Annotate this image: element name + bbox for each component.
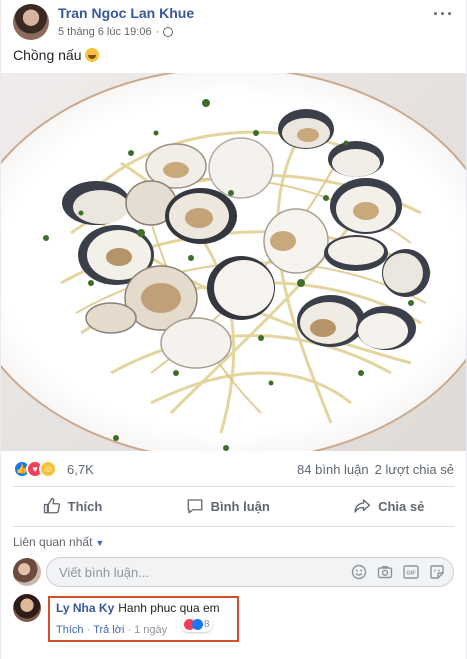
like-label: Thích — [67, 498, 103, 514]
comment-body: Ly Nha Ky Hanh phuc qua em — [56, 601, 220, 615]
action-bar: Thích Bình luận Chia sẻ — [1, 489, 466, 523]
emoji-icon[interactable] — [351, 564, 367, 580]
post-header: Tran Ngoc Lan Khue 5 tháng 6 lúc 19:06 ·… — [1, 0, 466, 44]
share-label: Chia sẻ — [378, 498, 425, 514]
svg-text:GIF: GIF — [406, 571, 416, 577]
post-text-content: Chồng nấu — [13, 47, 82, 63]
separator-dot: · — [86, 624, 91, 636]
comment-reaction-count: 8 — [204, 618, 210, 630]
comment-like-link[interactable]: Thích — [56, 624, 84, 636]
post-text: Chồng nấu — [13, 47, 100, 63]
post-card: Tran Ngoc Lan Khue 5 tháng 6 lúc 19:06 ·… — [1, 0, 466, 659]
separator-dot: · — [127, 624, 132, 636]
thumbs-up-icon — [43, 497, 60, 514]
share-arrow-icon — [354, 499, 371, 513]
share-count-link[interactable]: 2 lượt chia sẻ — [375, 462, 454, 477]
divider — [13, 526, 454, 527]
comment-actions: Thích · Trả lời · 1 ngày — [56, 624, 167, 636]
reaction-count[interactable]: 6,7K — [67, 462, 94, 477]
composer-tools: GIF — [351, 564, 445, 580]
comment-share-stats: 84 bình luận 2 lượt chia sẻ — [297, 462, 454, 477]
author-name[interactable]: Tran Ngoc Lan Khue — [58, 5, 194, 21]
comment-input[interactable]: Viết bình luận... GIF — [46, 557, 454, 587]
current-user-avatar — [13, 558, 41, 586]
camera-icon[interactable] — [377, 564, 393, 580]
post-meta: 5 tháng 6 lúc 19:06 · — [58, 26, 174, 38]
share-button[interactable]: Chia sẻ — [353, 497, 424, 515]
author-avatar[interactable] — [13, 4, 49, 40]
reaction-icons[interactable]: 👍 ♥ ☺ — [13, 460, 57, 478]
comment-text: Hanh phuc qua em — [118, 601, 220, 615]
post-photo[interactable] — [1, 73, 466, 451]
comment-label: Bình luận — [210, 498, 270, 514]
like-reaction-icon — [192, 618, 203, 630]
more-options-button[interactable]: ··· — [433, 4, 454, 25]
comment-button[interactable]: Bình luận — [186, 497, 270, 515]
haha-reaction-icon: ☺ — [39, 460, 57, 478]
post-timestamp[interactable]: 5 tháng 6 lúc 19:06 — [58, 26, 152, 38]
commenter-avatar[interactable] — [13, 594, 41, 622]
comment-age[interactable]: 1 ngày — [134, 624, 167, 636]
globe-icon — [163, 27, 174, 37]
comment-reaction-badge[interactable]: 8 — [181, 616, 213, 632]
commenter-name[interactable]: Ly Nha Ky — [56, 601, 114, 615]
grinning-face-icon — [85, 48, 100, 62]
post-stats: 👍 ♥ ☺ 6,7K 84 bình luận 2 lượt chia sẻ — [1, 456, 466, 482]
comment-sort-dropdown[interactable]: Liên quan nhất ▼ — [13, 535, 104, 549]
separator-dot: · — [155, 26, 160, 38]
comment-reply-link[interactable]: Trả lời — [93, 624, 124, 636]
divider — [13, 486, 454, 487]
like-button[interactable]: Thích — [43, 497, 103, 515]
caret-down-icon: ▼ — [95, 538, 105, 548]
sticker-icon[interactable] — [429, 564, 445, 580]
sort-label: Liên quan nhất — [13, 535, 93, 549]
pasta-clams-illustration — [43, 99, 432, 451]
comment-input-placeholder: Viết bình luận... — [59, 565, 150, 580]
speech-bubble-icon — [187, 499, 203, 514]
gif-icon[interactable]: GIF — [403, 564, 419, 580]
comment-count-link[interactable]: 84 bình luận — [297, 462, 369, 477]
